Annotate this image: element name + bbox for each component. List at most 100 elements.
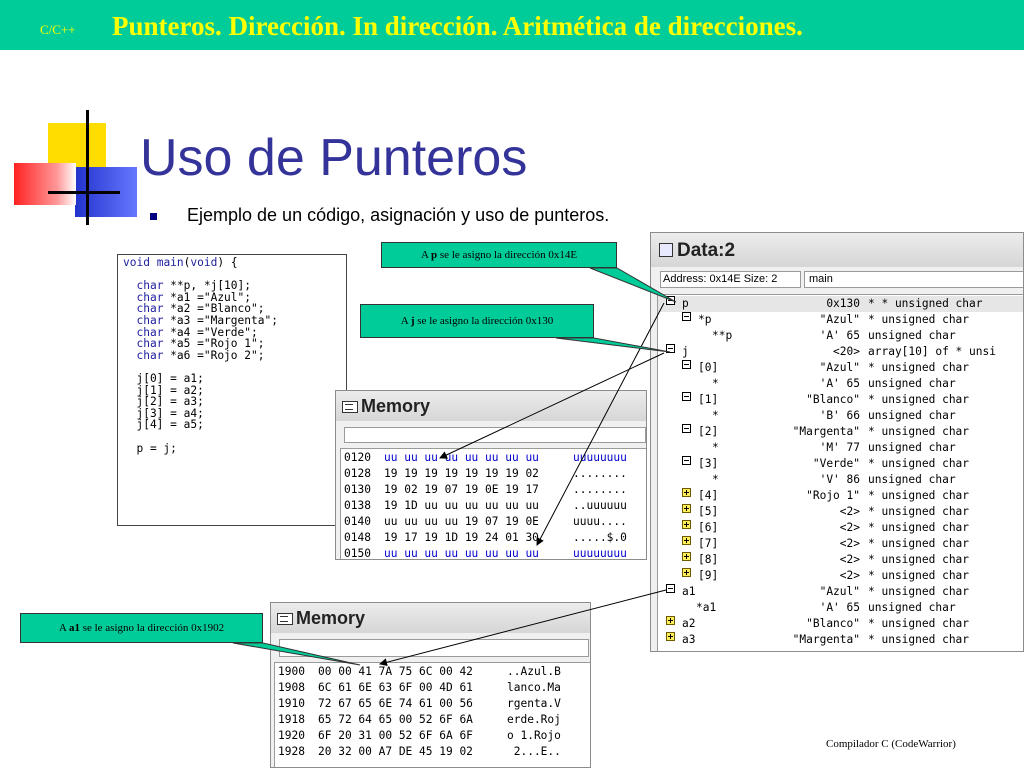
variable-row[interactable]: [4] "Rojo 1" * unsigned char [658, 488, 1023, 504]
window-titlebar[interactable]: Memory [271, 603, 590, 633]
memory-window-1[interactable]: Memory 0120 uu uu uu uu uu uu uu uu uuuuuu… [335, 390, 647, 560]
expand-icon[interactable] [682, 552, 691, 561]
expand-icon[interactable] [666, 616, 675, 625]
memory-row[interactable]: 0148 19 17 19 1D 19 24 01 30 .....$.0 [344, 530, 646, 546]
memory-ascii: .....$.0 [573, 531, 627, 544]
collapse-icon[interactable] [682, 392, 691, 401]
variable-type: unsigned char [868, 329, 956, 342]
variable-row[interactable]: p 0x130 * * unsigned char [658, 296, 1023, 312]
memory-ascii: lanco.Ma [507, 681, 561, 694]
memory-address-input[interactable] [344, 427, 646, 443]
memory-hex-bytes[interactable]: 6C 61 6E 63 6F 00 4D 61 [318, 680, 507, 696]
variable-type: unsigned char [868, 601, 956, 614]
memory-hex-bytes[interactable]: 72 67 65 6E 74 61 00 56 [318, 696, 507, 712]
variable-row[interactable]: a3 "Margenta" * unsigned char [658, 632, 1023, 648]
collapse-icon[interactable] [682, 424, 691, 433]
collapse-icon[interactable] [682, 360, 691, 369]
variable-value: "Blanco" [806, 617, 860, 630]
memory-hex-bytes[interactable]: 19 1D uu uu uu uu uu uu [384, 498, 573, 514]
variable-row[interactable]: [9] <2> * unsigned char [658, 568, 1023, 584]
variable-name: [1] [698, 393, 719, 406]
variable-row[interactable]: * 'A' 65 unsigned char [658, 376, 1023, 392]
expand-icon[interactable] [682, 568, 691, 577]
variable-row[interactable]: a1 "Azul" * unsigned char [658, 584, 1023, 600]
variable-value: 0x130 [826, 297, 860, 310]
memory-dump[interactable]: 0120 uu uu uu uu uu uu uu uu uuuuuuuu 0128 1… [340, 448, 646, 559]
data-address-field[interactable]: Address: 0x14E Size: 2 [660, 271, 801, 288]
memory-hex-bytes[interactable]: 00 00 41 7A 75 6C 00 42 [318, 664, 507, 680]
banner-title: Punteros. Dirección. In dirección. Aritm… [112, 11, 803, 41]
memory-row[interactable]: 1920 6F 20 31 00 52 6F 6A 6F o 1.Rojo [278, 728, 590, 744]
variable-row[interactable]: * 'V' 86 unsigned char [658, 472, 1023, 488]
collapse-icon[interactable] [666, 296, 675, 305]
variable-type: * unsigned char [868, 633, 970, 646]
variable-row[interactable]: * 'B' 66 unsigned char [658, 408, 1023, 424]
memory-row[interactable]: 1908 6C 61 6E 63 6F 00 4D 61 lanco.Ma [278, 680, 590, 696]
variable-type: * unsigned char [868, 585, 970, 598]
memory-hex-bytes[interactable]: 19 17 19 1D 19 24 01 30 [384, 530, 573, 546]
expand-icon[interactable] [682, 520, 691, 529]
expand-icon[interactable] [682, 536, 691, 545]
variable-row[interactable]: [5] <2> * unsigned char [658, 504, 1023, 520]
variable-value: "Verde" [812, 457, 860, 470]
memory-hex-bytes[interactable]: 20 32 00 A7 DE 45 19 02 [318, 744, 507, 760]
memory-row[interactable]: 0150 uu uu uu uu uu uu uu uu uuuuuuuu [344, 546, 646, 559]
memory-window-2[interactable]: Memory 1900 00 00 41 7A 75 6C 00 42 ..Azul… [270, 602, 591, 768]
variable-row[interactable]: **p 'A' 65 unsigned char [658, 328, 1023, 344]
data-scope-field[interactable]: main [804, 271, 1023, 288]
memory-row[interactable]: 1900 00 00 41 7A 75 6C 00 42 ..Azul.B [278, 664, 590, 680]
memory-hex-bytes[interactable]: 19 19 19 19 19 19 19 02 [384, 466, 573, 482]
memory-icon [277, 613, 293, 625]
memory-row[interactable]: 1910 72 67 65 6E 74 61 00 56 rgenta.V [278, 696, 590, 712]
variable-type: * unsigned char [868, 313, 970, 326]
memory-dump[interactable]: 1900 00 00 41 7A 75 6C 00 42 ..Azul.B 1908 6… [274, 662, 590, 767]
memory-row[interactable]: 0138 19 1D uu uu uu uu uu uu ..uuuuuu [344, 498, 646, 514]
variable-name: [0] [698, 361, 719, 374]
expand-icon[interactable] [666, 632, 675, 641]
variable-row[interactable]: [1] "Blanco" * unsigned char [658, 392, 1023, 408]
memory-hex-bytes[interactable]: 6F 20 31 00 52 6F 6A 6F [318, 728, 507, 744]
collapse-icon[interactable] [682, 456, 691, 465]
data-window[interactable]: Data:2 Address: 0x14E Size: 2 main p 0x13… [650, 232, 1024, 652]
variable-row[interactable]: [7] <2> * unsigned char [658, 536, 1023, 552]
footer-note: Compilador C (CodeWarrior) [826, 738, 956, 750]
variable-row[interactable]: [0] "Azul" * unsigned char [658, 360, 1023, 376]
variable-row[interactable]: [6] <2> * unsigned char [658, 520, 1023, 536]
variable-name: **p [712, 329, 733, 342]
memory-row[interactable]: 0130 19 02 19 07 19 0E 19 17........ [344, 482, 646, 498]
variable-row[interactable]: *a1 'A' 65 unsigned char [658, 600, 1023, 616]
callout-suffix: se le asigno la dirección 0x130 [414, 315, 554, 327]
variable-type: * unsigned char [868, 521, 970, 534]
variable-row[interactable]: [2] "Margenta" * unsigned char [658, 424, 1023, 440]
variable-type: * unsigned char [868, 489, 970, 502]
variables-tree[interactable]: p 0x130 * * unsigned char *p "Azul" * unsigne… [657, 294, 1023, 651]
variable-type: * unsigned char [868, 425, 970, 438]
callout-prefix: A [58, 622, 69, 634]
memory-hex-bytes[interactable]: uu uu uu uu 19 07 19 0E [384, 514, 573, 530]
collapse-icon[interactable] [666, 344, 675, 353]
memory-row[interactable]: 1928 20 32 00 A7 DE 45 19 02 2...E.. [278, 744, 590, 760]
memory-hex-bytes[interactable]: 65 72 64 65 00 52 6F 6A [318, 712, 507, 728]
memory-hex-bytes[interactable]: uu uu uu uu uu uu uu uu [384, 450, 573, 466]
collapse-icon[interactable] [666, 584, 675, 593]
memory-row[interactable]: 0140 uu uu uu uu 19 07 19 0E uuuu.... [344, 514, 646, 530]
variable-row[interactable]: a2 "Blanco" * unsigned char [658, 616, 1023, 632]
variable-row[interactable]: [8] <2> * unsigned char [658, 552, 1023, 568]
memory-hex-bytes[interactable]: 19 02 19 07 19 0E 19 17 [384, 482, 573, 498]
memory-row[interactable]: 1918 65 72 64 65 00 52 6F 6A erde.Roj [278, 712, 590, 728]
variable-name: *p [698, 313, 712, 326]
window-titlebar[interactable]: Data:2 [651, 233, 1023, 267]
variable-value: "Blanco" [806, 393, 860, 406]
expand-icon[interactable] [682, 504, 691, 513]
memory-address-input[interactable] [279, 639, 589, 657]
variable-row[interactable]: * 'M' 77 unsigned char [658, 440, 1023, 456]
memory-row[interactable]: 0128 19 19 19 19 19 19 19 02........ [344, 466, 646, 482]
memory-row[interactable]: 0120 uu uu uu uu uu uu uu uu uuuuuuuu [344, 450, 646, 466]
memory-hex-bytes[interactable]: uu uu uu uu uu uu uu uu [384, 546, 573, 559]
collapse-icon[interactable] [682, 312, 691, 321]
variable-row[interactable]: j <20> array[10] of * unsi [658, 344, 1023, 360]
variable-row[interactable]: [3] "Verde" * unsigned char [658, 456, 1023, 472]
expand-icon[interactable] [682, 488, 691, 497]
window-titlebar[interactable]: Memory [336, 391, 646, 421]
variable-row[interactable]: *p "Azul" * unsigned char [658, 312, 1023, 328]
